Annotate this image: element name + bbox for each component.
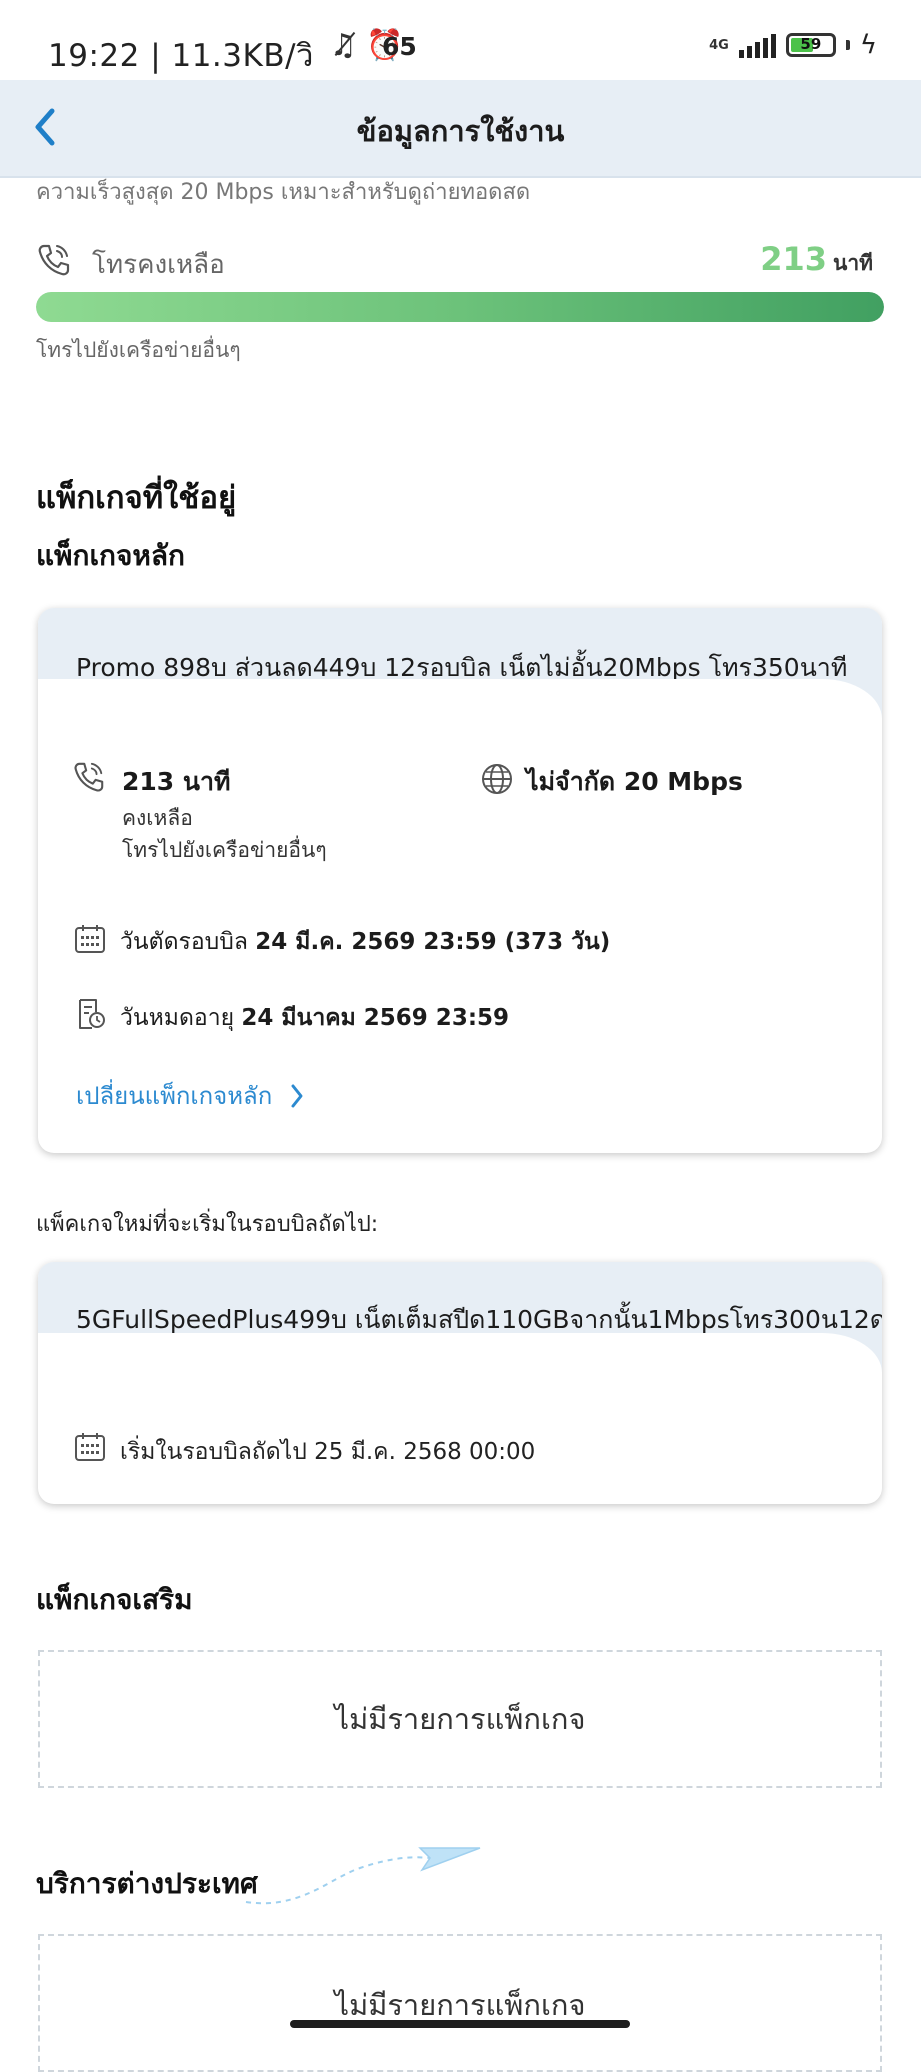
call-remaining-value: 213 นาที <box>760 240 873 280</box>
calendar-icon <box>74 1432 106 1466</box>
roaming-title: บริการต่างประเทศ <box>36 1867 258 1900</box>
battery-percent: 59 <box>800 35 822 53</box>
speed-note: ความเร็วสูงสุด 20 Mbps เหมาะสำหรับดูถ่าย… <box>36 180 531 205</box>
status-time: 19:22 | 11.3KB/วิ <box>48 38 314 74</box>
main-call-remaining-label: คงเหลือ <box>122 806 193 830</box>
addon-package-title: แพ็กเกจเสริม <box>36 1583 193 1616</box>
expiry-label: วันหมดอายุ <box>120 1005 235 1031</box>
main-package-card-header: Promo 898บ ส่วนลด449บ 12รอบบิล เน็ตไม่อั… <box>38 608 882 719</box>
expiry-value: 24 มีนาคม 2569 23:59 <box>241 1005 510 1031</box>
network-type-label: 4G <box>709 37 729 53</box>
roaming-empty-box: ไม่มีรายการแพ็กเกจ <box>38 1934 882 2072</box>
bill-cycle-row: วันตัดรอบบิล 24 มี.ค. 2569 23:59 (373 วั… <box>120 924 610 960</box>
addon-empty-text: ไม่มีรายการแพ็กเกจ <box>334 1702 586 1736</box>
main-call-value: 213 นาที <box>122 767 231 796</box>
call-remaining-number: 213 <box>760 240 827 278</box>
change-main-package-label: เปลี่ยนแพ็กเกจหลัก <box>76 1082 273 1110</box>
section-title-packages: แพ็กเกจที่ใช้อยู่ <box>36 480 237 516</box>
expiry-row: วันหมดอายุ 24 มีนาคม 2569 23:59 <box>120 1000 509 1036</box>
bill-cycle-value: 24 มี.ค. 2569 23:59 (373 วัน) <box>255 929 611 955</box>
next-package-label: แพ็คเกจใหม่ที่จะเริ่มในรอบบิลถัดไป: <box>36 1212 379 1237</box>
next-package-card-header: 5GFullSpeedPlus499บ เน็ตเต็มสปีด110GBจาก… <box>38 1262 882 1373</box>
battery-icon: 59 <box>785 33 836 57</box>
call-network-note: โทรไปยังเครือข่ายอื่นๆ <box>36 338 241 362</box>
charging-icon: ϟ <box>859 30 877 60</box>
document-clock-icon <box>76 998 106 1034</box>
call-remaining-label: โทรคงเหลือ <box>92 250 225 280</box>
main-call-network-note: โทรไปยังเครือข่ายอื่นๆ <box>122 838 327 862</box>
phone-icon <box>36 242 72 282</box>
paper-plane-icon <box>245 1847 481 1905</box>
phone-icon <box>72 760 106 798</box>
call-progress-fill <box>36 292 884 322</box>
main-package-card: Promo 898บ ส่วนลด449บ 12รอบบิล เน็ตไม่อั… <box>38 608 882 1153</box>
call-progress-bar <box>36 292 884 322</box>
addon-empty-box: ไม่มีรายการแพ็กเกจ <box>38 1650 882 1788</box>
signal-icon <box>738 32 776 58</box>
home-indicator[interactable] <box>290 2020 630 2028</box>
change-main-package-link[interactable]: เปลี่ยนแพ็กเกจหลัก <box>76 1076 304 1115</box>
status-right-icons: 4G 59 ϟ <box>709 30 877 60</box>
battery-tip <box>845 40 850 50</box>
globe-icon <box>480 762 514 800</box>
app-header: ข้อมูลการใช้งาน <box>0 80 921 178</box>
chevron-right-icon <box>291 1084 303 1107</box>
bill-cycle-label: วันตัดรอบบิล <box>120 929 248 955</box>
next-package-start: เริ่มในรอบบิลถัดไป 25 มี.ค. 2568 00:00 <box>120 1439 536 1465</box>
notification-count: 65 <box>382 32 417 61</box>
call-remaining-unit: นาที <box>833 251 873 275</box>
main-data-value: ไม่จำกัด 20 Mbps <box>526 767 743 796</box>
main-package-title: แพ็กเกจหลัก <box>36 539 185 572</box>
next-package-card: 5GFullSpeedPlus499บ เน็ตเต็มสปีด110GBจาก… <box>38 1262 882 1504</box>
calendar-icon <box>74 924 106 958</box>
page-title: ข้อมูลการใช้งาน <box>356 114 565 148</box>
